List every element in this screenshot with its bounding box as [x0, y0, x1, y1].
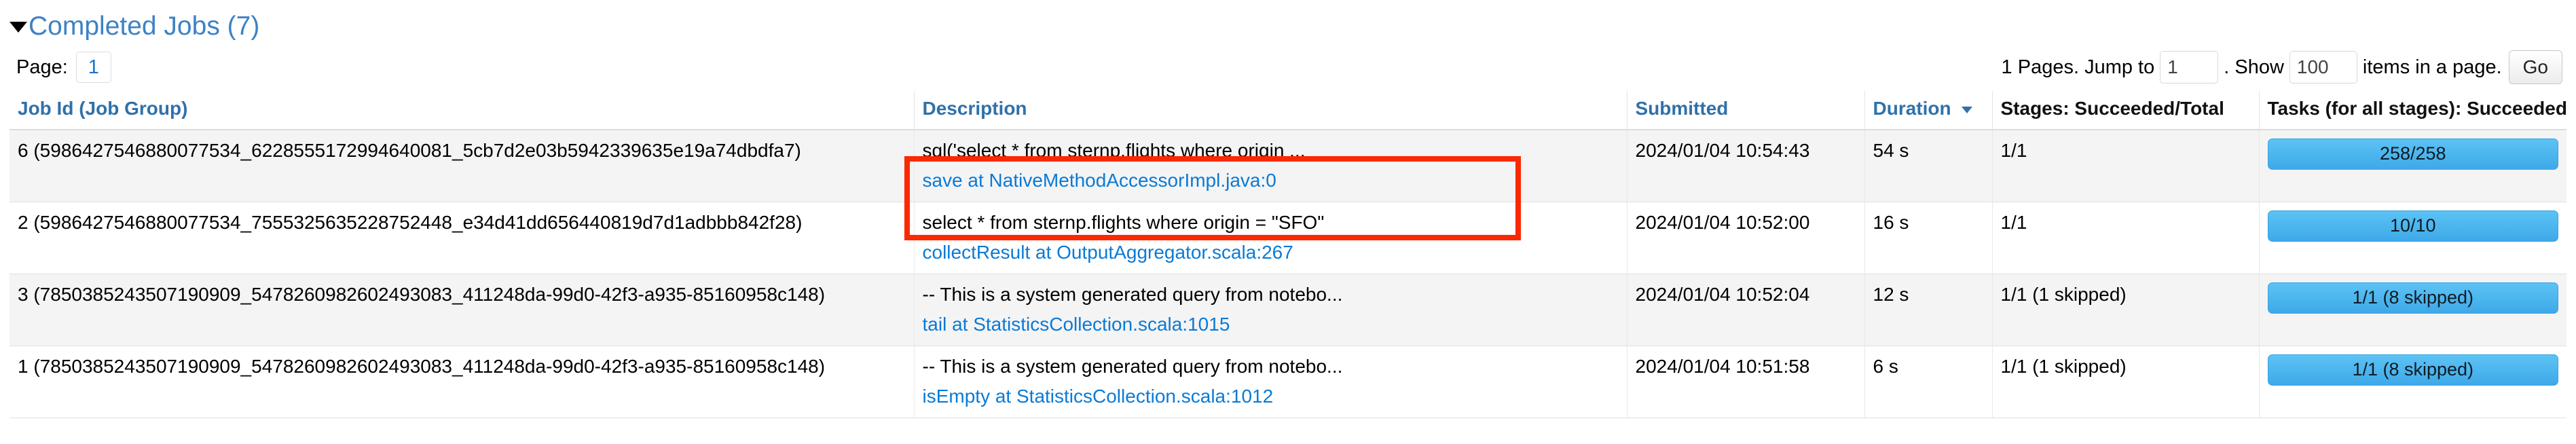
column-header-tasks: Tasks (for all stages): Succeeded/Total — [2259, 91, 2566, 130]
items-per-page-input[interactable] — [2289, 51, 2357, 84]
tasks-progress-label: 1/1 (8 skipped) — [2352, 358, 2474, 380]
cell-submitted: 2024/01/04 10:52:00 — [1627, 202, 1865, 274]
column-header-submitted[interactable]: Submitted — [1627, 91, 1865, 130]
pagination-left: Page: 1 — [16, 46, 111, 88]
description-stage-link[interactable]: isEmpty at StatisticsCollection.scala:10… — [923, 384, 1619, 409]
table-header: Job Id (Job Group) Description Submitted… — [10, 91, 2566, 130]
pages-count-label: 1 Pages. Jump to — [2001, 56, 2155, 78]
description-stage-link[interactable]: collectResult at OutputAggregator.scala:… — [923, 240, 1619, 265]
show-label: . Show — [2224, 56, 2284, 78]
column-header-stages: Stages: Succeeded/Total — [1992, 91, 2260, 130]
cell-stages: 1/1 — [1992, 130, 2260, 202]
table-row: 6 (5986427546880077534_62285551729946400… — [10, 130, 2566, 202]
go-button[interactable]: Go — [2508, 50, 2562, 84]
cell-tasks: 258/258 — [2259, 130, 2566, 202]
cell-stages: 1/1 (1 skipped) — [1992, 346, 2260, 418]
sort-descending-icon[interactable] — [1962, 106, 1973, 113]
description-text: select * from sternp.flights where origi… — [922, 211, 1325, 233]
page-title[interactable]: Completed Jobs (7) — [29, 13, 259, 39]
cell-description: select * from sternp.flights where origi… — [914, 202, 1627, 274]
tasks-progress-bar: 258/258 — [2267, 138, 2558, 170]
items-in-page-label: items in a page. — [2362, 56, 2502, 78]
table-body: 6 (5986427546880077534_62285551729946400… — [10, 130, 2566, 418]
completed-jobs-page: Completed Jobs (7) Page: 1 1 Pages. Jump… — [0, 0, 2576, 444]
tasks-progress-bar: 1/1 (8 skipped) — [2267, 282, 2558, 314]
column-header-description[interactable]: Description — [914, 91, 1627, 130]
page-label: Page: — [16, 56, 68, 78]
column-header-description-label: Description — [922, 98, 1027, 119]
tasks-progress-bar: 10/10 — [2267, 210, 2558, 242]
cell-tasks: 1/1 (8 skipped) — [2259, 346, 2566, 418]
tasks-progress-label: 10/10 — [2389, 215, 2436, 236]
cell-stages: 1/1 (1 skipped) — [1992, 274, 2260, 346]
cell-job-id: 2 (5986427546880077534_75553256352287524… — [10, 202, 915, 274]
cell-description: sql('select * from sternp.flights where … — [914, 130, 1627, 202]
cell-duration: 16 s — [1864, 202, 1993, 274]
cell-duration: 6 s — [1864, 346, 1993, 418]
pagination-bar: Page: 1 1 Pages. Jump to . Show items in… — [10, 46, 2566, 88]
cell-description: -- This is a system generated query from… — [914, 274, 1627, 346]
cell-duration: 12 s — [1864, 274, 1993, 346]
cell-tasks: 10/10 — [2259, 202, 2566, 274]
cell-submitted: 2024/01/04 10:52:04 — [1627, 274, 1865, 346]
completed-jobs-table: Job Id (Job Group) Description Submitted… — [10, 91, 2566, 418]
column-header-stages-label: Stages: Succeeded/Total — [2000, 98, 2224, 119]
table-header-row: Job Id (Job Group) Description Submitted… — [10, 91, 2566, 130]
cell-job-id: 6 (5986427546880077534_62285551729946400… — [10, 130, 915, 202]
completed-jobs-section-header[interactable]: Completed Jobs (7) — [10, 0, 2566, 39]
cell-stages: 1/1 — [1992, 202, 2260, 274]
description-text: sql('select * from sternp.flights where … — [922, 140, 1306, 161]
description-stage-link[interactable]: tail at StatisticsCollection.scala:1015 — [923, 312, 1619, 337]
tasks-progress-label: 258/258 — [2379, 143, 2446, 164]
description-text: -- This is a system generated query from… — [922, 283, 1343, 305]
cell-submitted: 2024/01/04 10:51:58 — [1627, 346, 1865, 418]
caret-down-icon[interactable] — [10, 22, 27, 33]
column-header-duration-label: Duration — [1873, 98, 1951, 119]
jump-to-page-input[interactable] — [2160, 51, 2219, 84]
description-text: -- This is a system generated query from… — [922, 355, 1343, 377]
cell-duration: 54 s — [1864, 130, 1993, 202]
description-stage-link[interactable]: save at NativeMethodAccessorImpl.java:0 — [923, 168, 1619, 193]
cell-job-id: 3 (7850385243507190909_54782609826024930… — [10, 274, 915, 346]
tasks-progress-bar: 1/1 (8 skipped) — [2267, 354, 2558, 386]
table-row: 3 (7850385243507190909_54782609826024930… — [10, 274, 2566, 346]
cell-submitted: 2024/01/04 10:54:43 — [1627, 130, 1865, 202]
pagination-right: 1 Pages. Jump to . Show items in a page.… — [2002, 46, 2562, 88]
column-header-tasks-label: Tasks (for all stages): Succeeded/Total — [2267, 98, 2567, 119]
column-header-duration[interactable]: Duration — [1864, 91, 1993, 130]
column-header-job-id[interactable]: Job Id (Job Group) — [10, 91, 915, 130]
cell-job-id: 1 (7850385243507190909_54782609826024930… — [10, 346, 915, 418]
tasks-progress-label: 1/1 (8 skipped) — [2352, 287, 2474, 308]
table-row: 1 (7850385243507190909_54782609826024930… — [10, 346, 2566, 418]
current-page-chip[interactable]: 1 — [75, 52, 111, 83]
column-header-submitted-label: Submitted — [1635, 98, 1729, 119]
cell-tasks: 1/1 (8 skipped) — [2259, 274, 2566, 346]
table-row: 2 (5986427546880077534_75553256352287524… — [10, 202, 2566, 274]
column-header-job-id-label: Job Id (Job Group) — [18, 98, 188, 119]
cell-description: -- This is a system generated query from… — [914, 346, 1627, 418]
